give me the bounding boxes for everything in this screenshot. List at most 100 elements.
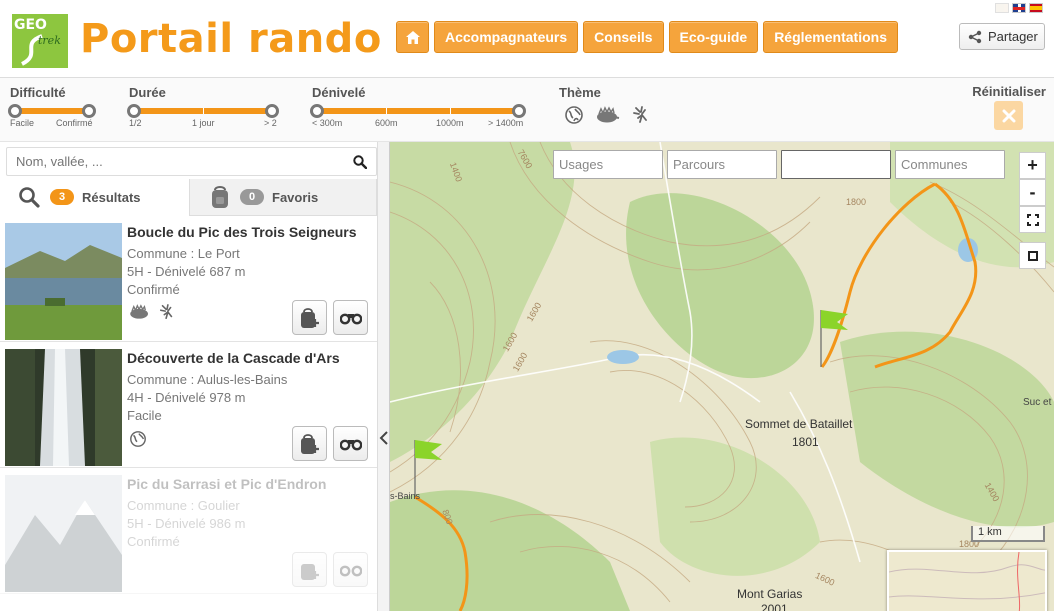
sidebar-collapse-handle[interactable] — [377, 142, 390, 611]
tab-results-label: Résultats — [82, 189, 141, 205]
flag-es-icon[interactable] — [1029, 3, 1043, 13]
trek-photo[interactable] — [5, 223, 122, 340]
app-title: Portail rando — [80, 16, 382, 62]
trek-photo[interactable] — [5, 475, 122, 592]
flower-icon[interactable] — [632, 106, 650, 124]
map-canvas — [390, 142, 1054, 611]
search-icon[interactable] — [353, 155, 367, 169]
parcours-filter[interactable]: Parcours — [667, 150, 777, 179]
view-details-button[interactable] — [333, 300, 368, 335]
elevation-tick-label: 600m — [375, 118, 398, 128]
chevron-left-icon — [379, 431, 388, 445]
map-label: s-Bains — [390, 491, 421, 501]
duration-slider[interactable] — [127, 104, 279, 118]
elevation-tick-label: > 1400m — [488, 118, 524, 128]
map-label: 1801 — [792, 435, 819, 449]
trek-commune: Commune : Le Port — [127, 246, 240, 261]
elevation-min-handle[interactable] — [310, 104, 324, 118]
flower-icon — [159, 304, 173, 320]
search-input[interactable] — [7, 148, 337, 175]
view-details-button[interactable] — [333, 552, 368, 587]
trek-title[interactable]: Découverte de la Cascade d'Ars — [127, 350, 340, 366]
home-button[interactable] — [396, 21, 429, 53]
map-label: 2001 — [761, 602, 788, 611]
flag-fr-icon[interactable] — [995, 3, 1009, 13]
geotrek-logo[interactable]: GEO trek — [12, 14, 74, 68]
fauna-globe-icon — [130, 431, 146, 447]
difficulty-max-handle[interactable] — [82, 104, 96, 118]
nav-conseils[interactable]: Conseils — [583, 21, 664, 53]
share-label: Partager — [988, 29, 1038, 44]
difficulty-min-label: Facile — [10, 118, 35, 128]
topo-map[interactable]: Sommet de Bataillet 1801 Mont Garias 200… — [390, 142, 1054, 611]
communes-filter[interactable]: Communes — [895, 150, 1005, 179]
view-details-button[interactable] — [333, 426, 368, 461]
selection-tool-button[interactable] — [1019, 242, 1046, 269]
list-item[interactable]: Découverte de la Cascade d'Ars Commune :… — [0, 342, 377, 468]
duration-tick-label: 1 jour — [192, 118, 215, 128]
binoculars-icon — [339, 313, 362, 324]
trek-duration: 4H - Dénivelé 978 m — [127, 390, 246, 405]
map-scale: 1 km — [971, 526, 1045, 542]
trek-duration: 5H - Dénivelé 986 m — [127, 516, 246, 531]
add-backpack-icon — [300, 563, 319, 580]
home-icon — [405, 30, 420, 44]
add-backpack-icon — [300, 307, 319, 328]
add-backpack-icon — [300, 433, 319, 454]
add-favorite-button[interactable] — [292, 426, 327, 461]
difficulty-label: Difficulté — [10, 85, 66, 100]
nav-accompagnateurs[interactable]: Accompagnateurs — [434, 21, 579, 53]
difficulty-min-handle[interactable] — [8, 104, 22, 118]
fullscreen-button[interactable] — [1019, 206, 1046, 233]
add-favorite-button[interactable] — [292, 300, 327, 335]
zoom-in-button[interactable]: + — [1019, 152, 1046, 179]
trek-title[interactable]: Boucle du Pic des Trois Seigneurs — [127, 224, 357, 240]
elevation-slider[interactable] — [310, 104, 526, 118]
duration-tick-label: 1/2 — [129, 118, 142, 128]
trek-themes — [129, 304, 175, 320]
trek-photo[interactable] — [5, 349, 122, 466]
tab-favorites[interactable]: 0 Favoris — [189, 179, 377, 216]
elevation-tick-label: < 300m — [312, 118, 343, 128]
fauna-globe-icon[interactable] — [564, 105, 584, 125]
list-item[interactable]: Pic du Sarrasi et Pic d'Endron Commune :… — [0, 468, 377, 594]
elevation-max-handle[interactable] — [512, 104, 526, 118]
hedgehog-icon[interactable] — [596, 106, 620, 124]
overview-minimap[interactable] — [887, 550, 1047, 611]
list-item[interactable]: Boucle du Pic des Trois Seigneurs Commun… — [0, 216, 377, 342]
trek-commune: Commune : Goulier — [127, 498, 240, 513]
duration-min-handle[interactable] — [127, 104, 141, 118]
elevation-label: Dénivelé — [312, 85, 366, 100]
hedgehog-icon — [130, 304, 148, 319]
add-favorite-button[interactable] — [292, 552, 327, 587]
contour-label: 1800 — [846, 197, 867, 207]
results-sidebar: 3 Résultats 0 Favoris — [0, 142, 377, 611]
square-icon — [1027, 250, 1038, 261]
share-button[interactable]: Partager — [959, 23, 1045, 50]
usages-filter[interactable]: Usages — [553, 150, 663, 179]
nav-eco-guide[interactable]: Eco-guide — [668, 21, 759, 53]
trek-title[interactable]: Pic du Sarrasi et Pic d'Endron — [127, 476, 326, 492]
map-label: Mont Garias — [737, 587, 803, 601]
results-list: Boucle du Pic des Trois Seigneurs Commun… — [0, 216, 377, 611]
svg-text:GEO: GEO — [14, 17, 47, 33]
binoculars-icon — [339, 439, 362, 450]
trek-difficulty: Confirmé — [127, 282, 180, 297]
favorites-count-badge: 0 — [240, 189, 264, 205]
zoom-out-button[interactable]: - — [1019, 179, 1046, 206]
unnamed-filter[interactable] — [781, 150, 891, 179]
duration-max-handle[interactable] — [265, 104, 279, 118]
nav-reglementations[interactable]: Réglementations — [763, 21, 898, 53]
reset-label: Réinitialiser — [972, 84, 1046, 99]
difficulty-slider[interactable] — [8, 104, 96, 118]
trek-duration: 5H - Dénivelé 687 m — [127, 264, 246, 279]
share-icon — [968, 30, 982, 43]
tab-results[interactable]: 3 Résultats — [0, 179, 189, 216]
flag-en-icon[interactable] — [1012, 3, 1026, 13]
theme-icons — [564, 105, 650, 125]
reset-button[interactable] — [994, 101, 1023, 130]
duration-tick-label: > 2 — [264, 118, 277, 128]
trek-commune: Commune : Aulus-les-Bains — [127, 372, 288, 387]
results-count-badge: 3 — [50, 189, 74, 205]
svg-text:trek: trek — [38, 34, 61, 47]
